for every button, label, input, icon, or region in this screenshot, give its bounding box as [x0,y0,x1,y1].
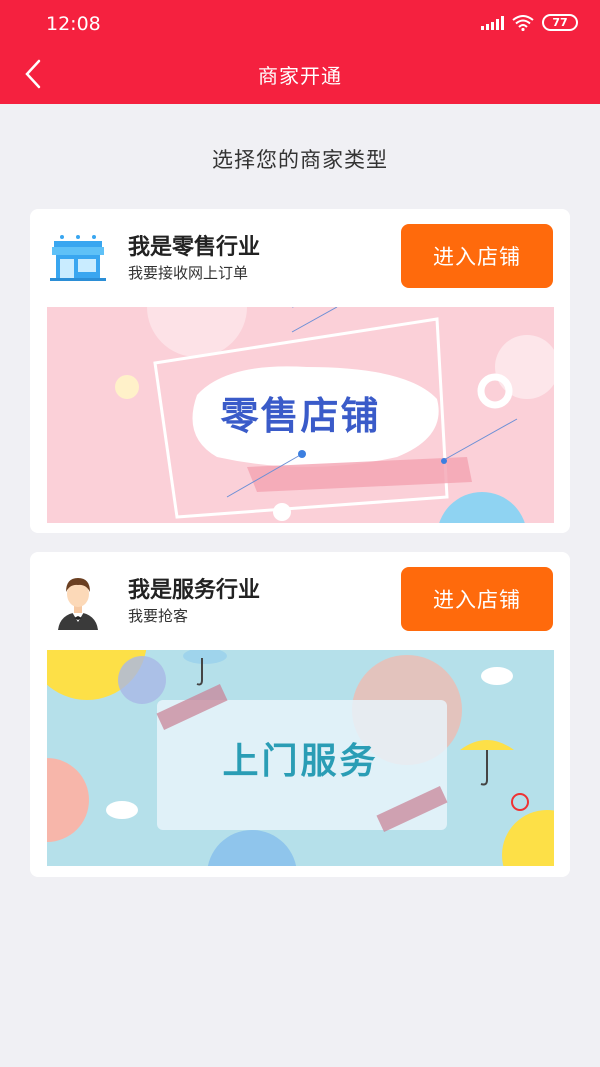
service-banner-text: 上门服务 [222,741,379,782]
retail-banner-text: 零售店铺 [220,394,381,438]
signal-icon [481,15,504,30]
battery-icon: 77 [542,14,578,31]
service-card: 我是服务行业 我要抢客 进入店铺 上门服务 [30,552,570,877]
service-enter-button[interactable]: 进入店铺 [401,567,553,631]
retail-card: 我是零售行业 我要接收网上订单 进入店铺 零售店铺 [30,209,570,533]
status-icons: 77 [481,14,578,31]
retail-banner[interactable]: 零售店铺 [47,307,554,523]
retail-title: 我是零售行业 [128,235,261,260]
retail-enter-button[interactable]: 进入店铺 [401,224,553,288]
service-title: 我是服务行业 [128,578,261,603]
service-subtitle: 我要抢客 [128,607,189,625]
page-heading: 选择您的商家类型 [212,148,388,172]
status-time: 12:08 [46,13,101,35]
store-icon [50,235,106,281]
waiter-icon [58,578,98,630]
retail-subtitle: 我要接收网上订单 [128,264,249,282]
service-banner[interactable]: 上门服务 [47,650,554,866]
app-header: 12:08 77 商家开通 [0,0,600,104]
page-title: 商家开通 [258,64,342,88]
wifi-icon [512,14,534,31]
